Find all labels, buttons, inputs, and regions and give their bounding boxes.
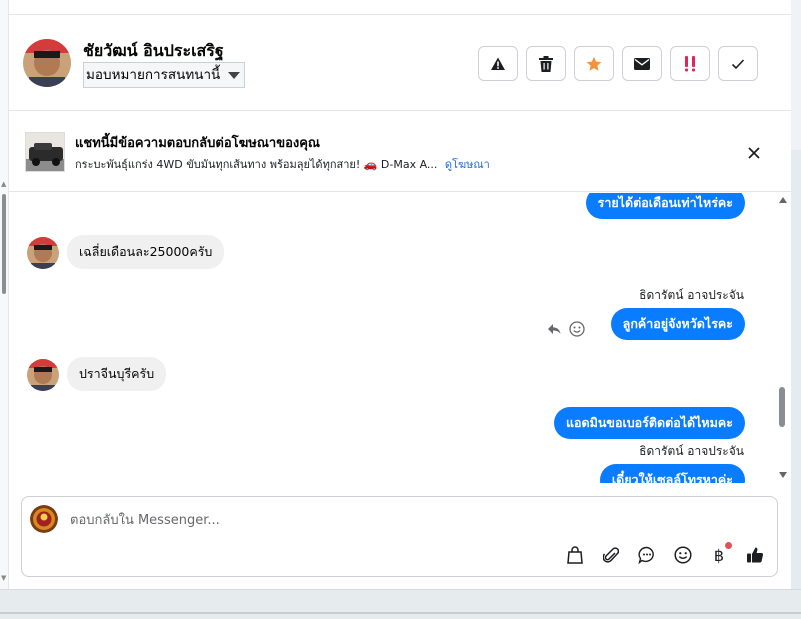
thread-scrollbar-thumb[interactable] xyxy=(779,387,785,427)
conversation-actions xyxy=(478,46,758,81)
thread-scrollbar[interactable] xyxy=(776,193,788,483)
right-edge-strip xyxy=(791,0,801,619)
scroll-down-arrow-icon[interactable] xyxy=(779,472,787,478)
delete-button[interactable] xyxy=(526,46,566,81)
reply-arrow-icon xyxy=(548,324,561,334)
mark-unread-button[interactable] xyxy=(622,46,662,81)
reply-input[interactable] xyxy=(70,507,670,533)
ad-thumbnail[interactable] xyxy=(25,132,65,172)
baht-icon: ฿ xyxy=(713,545,725,565)
mark-priority-button[interactable] xyxy=(670,46,710,81)
star-button[interactable] xyxy=(574,46,614,81)
paperclip-icon xyxy=(603,547,619,563)
warning-icon xyxy=(491,57,505,70)
reply-button[interactable] xyxy=(545,320,563,338)
ad-banner-title: แชทนี้มีข้อความตอบกลับต่อโฆษณาของคุณ xyxy=(75,136,320,151)
envelope-icon xyxy=(634,57,650,70)
message-composer: ฿ xyxy=(21,496,778,577)
left-scrollbar-thumb[interactable] xyxy=(2,194,6,294)
scroll-up-arrow-icon[interactable] xyxy=(779,197,787,203)
react-button[interactable] xyxy=(568,320,586,338)
conversation-header: ชัยวัฒน์ อินประเสริฐ มอบหมายการสนทนานี้ xyxy=(9,15,791,111)
thumbs-up-icon xyxy=(747,547,764,563)
smiley-icon xyxy=(674,546,692,564)
emoji-button[interactable] xyxy=(671,543,695,567)
view-ad-link[interactable]: ดูโฆษณา xyxy=(445,158,490,171)
smiley-icon xyxy=(569,321,585,337)
trash-icon xyxy=(539,55,553,72)
saved-replies-button[interactable] xyxy=(635,543,659,567)
contact-name[interactable]: ชัยวัฒน์ อินประเสริฐ xyxy=(83,39,224,64)
shopping-bag-icon xyxy=(567,546,583,564)
attach-button[interactable] xyxy=(599,543,623,567)
chevron-down-icon xyxy=(228,72,241,79)
close-banner-button[interactable] xyxy=(743,142,765,164)
report-button[interactable] xyxy=(478,46,518,81)
chat-bubble-icon xyxy=(638,546,654,564)
shop-button[interactable] xyxy=(563,543,587,567)
message-bubble-outgoing[interactable]: แอดมินขอเบอร์ติดต่อได้ไหมคะ xyxy=(553,407,745,439)
page-avatar xyxy=(30,505,58,533)
message-sender-name: ธิดารัตน์ อาจประจัน xyxy=(639,444,744,458)
star-icon xyxy=(586,56,602,71)
message-bubble-outgoing[interactable]: เดี๋ยวให้เซลล์โทรหาค่ะ xyxy=(599,464,745,483)
notification-dot xyxy=(725,542,732,549)
like-button[interactable] xyxy=(743,543,767,567)
message-bubble-incoming[interactable]: เฉลี่ยเดือนละ25000ครับ xyxy=(67,235,225,269)
payment-button[interactable]: ฿ xyxy=(707,542,732,567)
assign-conversation-label: มอบหมายการสนทนานี้ xyxy=(86,67,221,83)
check-icon xyxy=(731,58,745,69)
message-sender-name: ธิดารัตน์ อาจประจัน xyxy=(639,288,744,302)
conversation-panel: ชัยวัฒน์ อินประเสริฐ มอบหมายการสนทนานี้ xyxy=(9,0,791,589)
scroll-up-arrow-icon[interactable]: ▲ xyxy=(1,180,7,188)
ad-reply-banner: แชทนี้มีข้อความตอบกลับต่อโฆษณาของคุณ กระ… xyxy=(9,112,791,192)
close-icon xyxy=(748,147,760,159)
message-thread: รายได้ต่อเดือนเท่าไหร่คะ เฉลี่ยเดือนละ25… xyxy=(9,193,791,483)
composer-toolbar: ฿ xyxy=(563,542,767,567)
message-bubble-incoming[interactable]: ปราจีนบุรีครับ xyxy=(67,357,167,391)
mark-done-button[interactable] xyxy=(718,46,758,81)
contact-avatar[interactable] xyxy=(23,39,71,87)
ad-banner-description: กระบะพันธุ์แกร่ง 4WD ขับมันทุกเส้นทาง พร… xyxy=(75,155,490,173)
message-bubble-outgoing[interactable]: รายได้ต่อเดือนเท่าไหร่คะ xyxy=(585,193,745,219)
contact-avatar-small xyxy=(27,359,59,391)
message-bubble-outgoing[interactable]: ลูกค้าอยู่จังหวัดไรคะ xyxy=(610,308,745,340)
contact-avatar-small xyxy=(27,237,59,269)
ad-description-text: กระบะพันธุ์แกร่ง 4WD ขับมันทุกเส้นทาง พร… xyxy=(75,158,438,171)
window-bottom-strip xyxy=(0,589,801,619)
exclamation-icon xyxy=(685,55,695,71)
assign-conversation-dropdown[interactable]: มอบหมายการสนทนานี้ xyxy=(83,62,246,88)
left-scroll-strip: ▲ ▼ xyxy=(0,0,9,589)
window-bottom-line xyxy=(0,612,801,614)
scroll-down-arrow-icon[interactable]: ▼ xyxy=(1,574,7,582)
